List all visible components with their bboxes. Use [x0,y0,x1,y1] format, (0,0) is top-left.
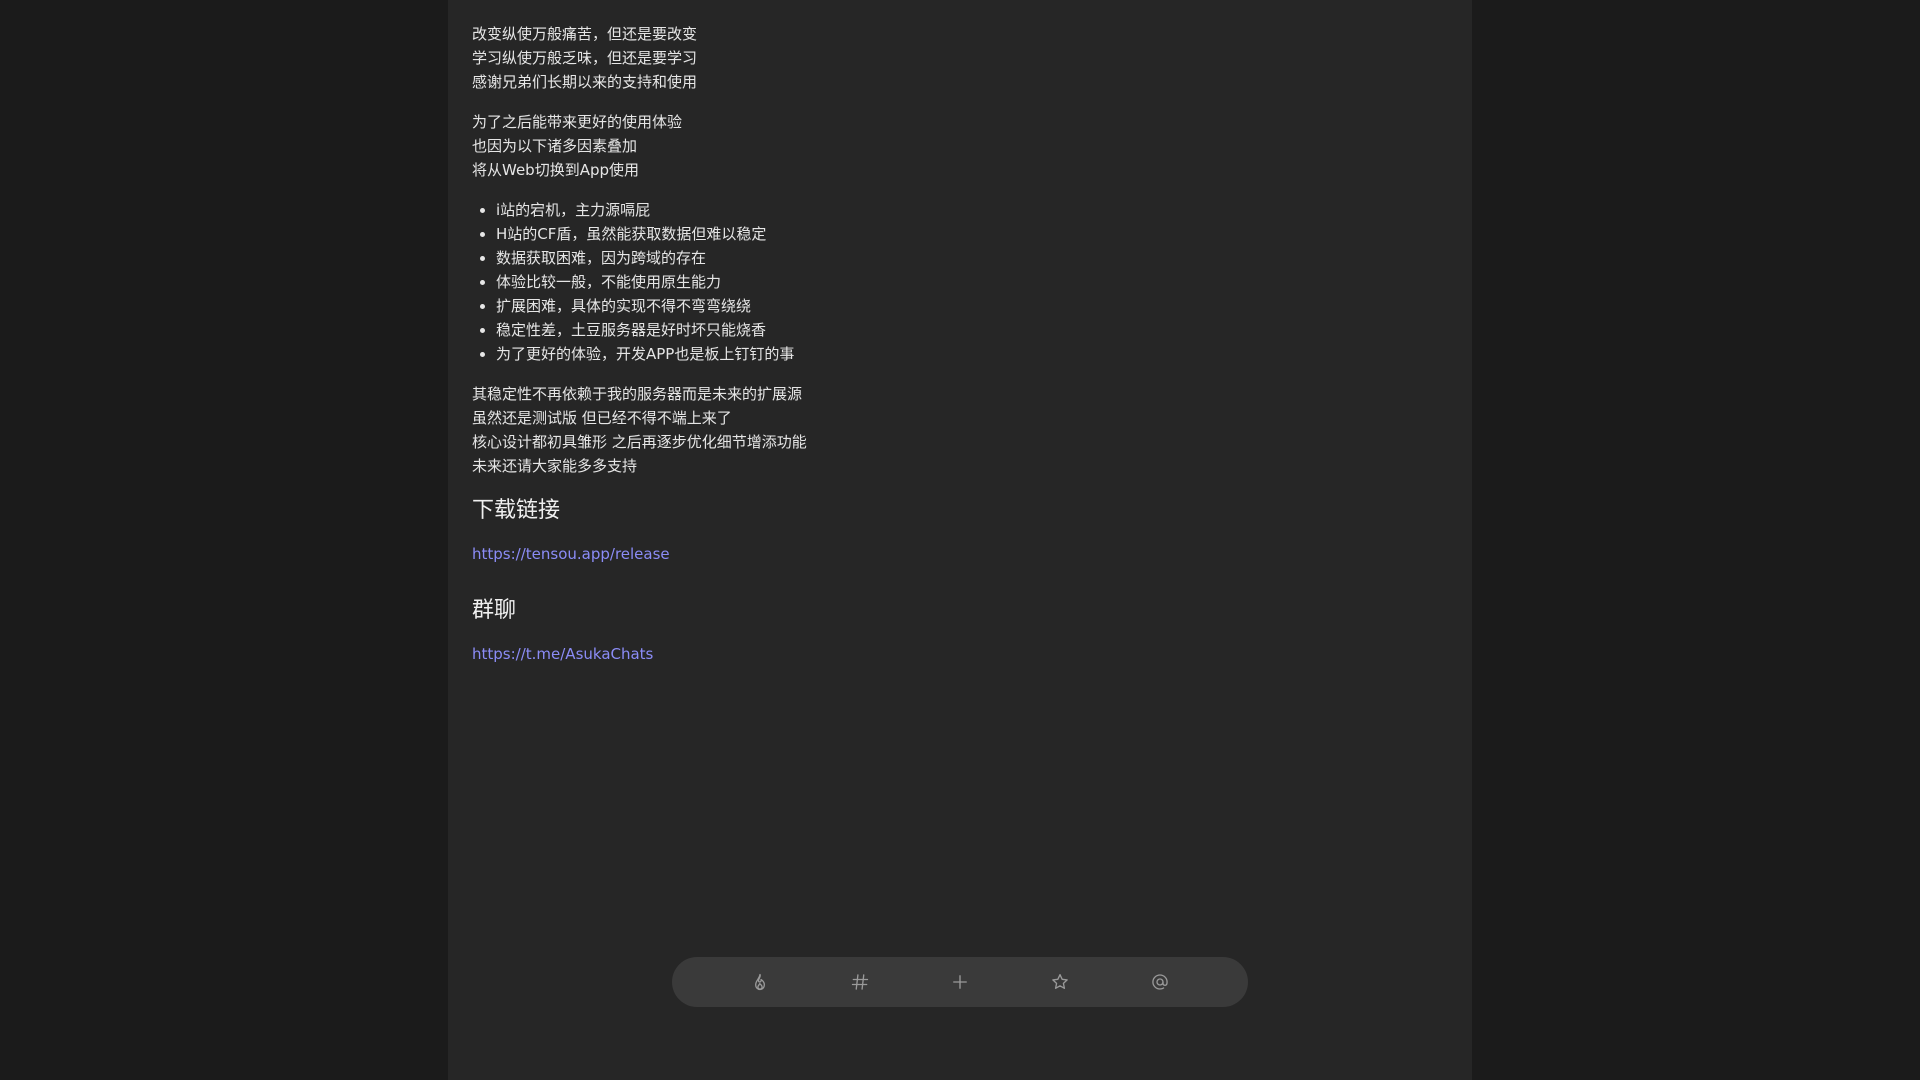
bottom-nav-bar [672,957,1248,1007]
download-heading: 下载链接 [472,498,561,523]
intro-line: 学习纵使万般乏味，但还是要学习 [472,49,698,67]
outro-line: 虽然还是测试版 但已经不得不端上来了 [472,409,732,427]
intro-paragraph: 改变纵使万般痛苦，但还是要改变 学习纵使万般乏味，但还是要学习 感谢兄弟们长期以… [472,22,1412,94]
star-icon [1052,974,1068,989]
reason-line: 为了之后能带来更好的使用体验 [472,113,683,131]
content-column: 改变纵使万般痛苦，但还是要改变 学习纵使万般乏味，但还是要学习 感谢兄弟们长期以… [448,0,1472,1080]
outro-paragraph: 其稳定性不再依赖于我的服务器而是未来的扩展源 虽然还是测试版 但已经不得不端上来… [472,382,1412,478]
group-chat-link[interactable]: https://t.me/AsukaChats [472,642,653,666]
outro-line: 核心设计都初具雏形 之后再逐步优化细节增添功能 [472,433,807,451]
list-item: 稳定性差，土豆服务器是好时坏只能烧香 [496,318,1412,342]
list-item: 为了更好的体验，开发APP也是板上钉钉的事 [496,342,1412,366]
outro-line: 未来还请大家能多多支持 [472,457,638,475]
plus-icon [953,975,967,989]
reason-paragraph: 为了之后能带来更好的使用体验 也因为以下诸多因素叠加 将从Web切换到App使用 [472,110,1412,182]
download-link[interactable]: https://tensou.app/release [472,542,670,566]
reason-line: 将从Web切换到App使用 [472,161,640,179]
nav-tags-button[interactable] [839,961,881,1003]
nav-mentions-button[interactable] [1139,961,1181,1003]
list-item: i站的宕机，主力源嗝屁 [496,198,1412,222]
nav-hot-button[interactable] [739,961,781,1003]
reason-list: i站的宕机，主力源嗝屁 H站的CF盾，虽然能获取数据但难以稳定 数据获取困难，因… [472,198,1412,366]
outro-line: 其稳定性不再依赖于我的服务器而是未来的扩展源 [472,385,803,403]
intro-line: 感谢兄弟们长期以来的支持和使用 [472,73,698,91]
nav-favorites-button[interactable] [1039,961,1081,1003]
list-item: 体验比较一般，不能使用原生能力 [496,270,1412,294]
page: 改变纵使万般痛苦，但还是要改变 学习纵使万般乏味，但还是要学习 感谢兄弟们长期以… [0,0,1920,1080]
intro-line: 改变纵使万般痛苦，但还是要改变 [472,25,698,43]
fire-icon [755,973,765,991]
list-item: 数据获取困难，因为跨域的存在 [496,246,1412,270]
nav-add-button[interactable] [939,961,981,1003]
at-icon [1152,974,1168,990]
list-item: H站的CF盾，虽然能获取数据但难以稳定 [496,222,1412,246]
list-item: 扩展困难，具体的实现不得不弯弯绕绕 [496,294,1412,318]
reason-line: 也因为以下诸多因素叠加 [472,137,638,155]
announcement-body: 改变纵使万般痛苦，但还是要改变 学习纵使万般乏味，但还是要学习 感谢兄弟们长期以… [472,22,1412,678]
group-chat-heading: 群聊 [472,598,517,623]
hashtag-icon [851,974,869,990]
